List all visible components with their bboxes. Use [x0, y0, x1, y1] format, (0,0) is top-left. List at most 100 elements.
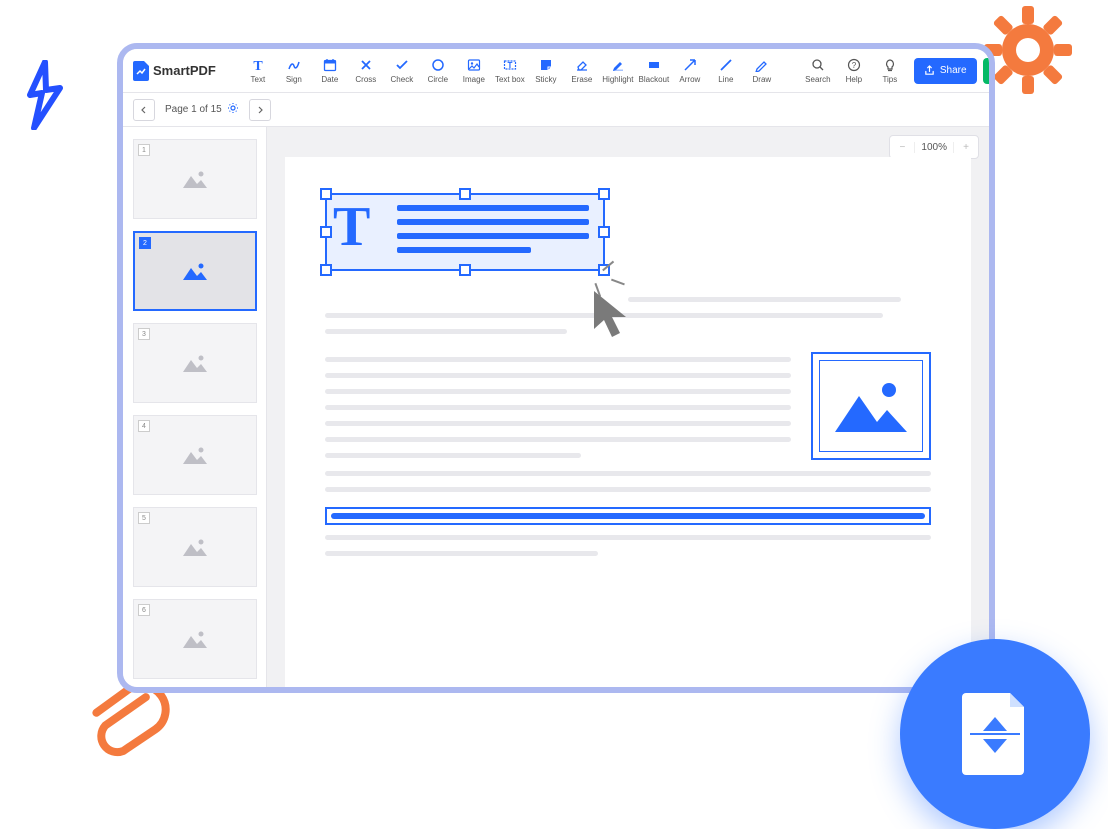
tool-label: Draw [753, 75, 772, 84]
tool-label: Check [391, 75, 414, 84]
tool-label: Text box [495, 75, 525, 84]
app-body: 1 2 3 4 5 6 T [123, 127, 989, 687]
tool-label: Blackout [639, 75, 670, 84]
tool-label: Text [251, 75, 266, 84]
tool-circle[interactable]: Circle [420, 51, 456, 91]
tool-label: Image [463, 75, 485, 84]
tool-label: Circle [428, 75, 448, 84]
tool-sticky[interactable]: Sticky [528, 51, 564, 91]
download-button[interactable]: Download pdf [983, 58, 995, 84]
highlight-icon [610, 57, 626, 73]
image-icon [181, 260, 209, 282]
check-icon [394, 57, 410, 73]
tool-text[interactable]: T Text [240, 51, 276, 91]
highlight-selection[interactable] [325, 507, 931, 525]
share-button[interactable]: Share [914, 58, 977, 84]
tool-help[interactable]: ?Help [836, 51, 872, 91]
brand: SmartPDF [133, 61, 216, 81]
tool-search[interactable]: Search [800, 51, 836, 91]
paragraph-placeholder [325, 471, 931, 503]
thumbnail-2[interactable]: 2 [133, 231, 257, 311]
line-icon [718, 57, 734, 73]
brand-name: SmartPDF [153, 63, 216, 78]
tool-label: Date [321, 75, 338, 84]
draw-icon [754, 57, 770, 73]
erase-icon [574, 57, 590, 73]
thumbnail-5[interactable]: 5 [133, 507, 257, 587]
tool-label: Cross [355, 75, 376, 84]
tool-label: Help [846, 75, 862, 84]
thumbnail-1[interactable]: 1 [133, 139, 257, 219]
tool-erase[interactable]: Erase [564, 51, 600, 91]
document-split-icon [960, 691, 1030, 777]
page-bar: Page 1 of 15 [123, 93, 989, 127]
svg-text:T: T [253, 59, 263, 72]
brand-icon [133, 61, 149, 81]
tool-label: Sticky [535, 75, 556, 84]
tool-list: T Text Sign Date Cross Check Circle Image T Text … [240, 51, 780, 91]
tool-label: Arrow [679, 75, 700, 84]
page-settings-icon[interactable] [227, 102, 239, 117]
resize-handle-bm[interactable] [459, 264, 471, 276]
resize-handle-mr[interactable] [598, 226, 610, 238]
paragraph-placeholder [325, 357, 791, 469]
image-icon [181, 168, 209, 190]
tool-label: Search [805, 75, 830, 84]
tool-sign[interactable]: Sign [276, 51, 312, 91]
image-placeholder[interactable] [811, 352, 931, 460]
image-icon [831, 374, 911, 438]
toolbar-actions: Share Download pdf [914, 58, 995, 84]
arrow-icon [682, 57, 698, 73]
resize-handle-tr[interactable] [598, 188, 610, 200]
tool-draw[interactable]: Draw [744, 51, 780, 91]
tool-tips[interactable]: Tips [872, 51, 908, 91]
next-page-button[interactable] [249, 99, 271, 121]
tool-blackout[interactable]: Blackout [636, 51, 672, 91]
sign-icon [286, 57, 302, 73]
image-icon [181, 444, 209, 466]
page-info: Page 1 of 15 [165, 102, 239, 117]
tool-line[interactable]: Line [708, 51, 744, 91]
thumbnail-number: 4 [138, 420, 150, 432]
thumbnail-4[interactable]: 4 [133, 415, 257, 495]
thumbnail-number: 3 [138, 328, 150, 340]
tool-textbox[interactable]: T Text box [492, 51, 528, 91]
search-icon [810, 57, 826, 73]
download-icon [993, 65, 995, 76]
thumbnail-3[interactable]: 3 [133, 323, 257, 403]
textbox-icon: T [502, 57, 518, 73]
tool-label: Line [718, 75, 733, 84]
date-icon [322, 57, 338, 73]
document-page[interactable]: T [285, 157, 971, 693]
text-lines-placeholder [397, 205, 589, 261]
tool-label: Highlight [602, 75, 633, 84]
prev-page-button[interactable] [133, 99, 155, 121]
resize-handle-ml[interactable] [320, 226, 332, 238]
paragraph-placeholder [325, 535, 931, 567]
lightning-decoration-icon [20, 60, 70, 133]
tool-check[interactable]: Check [384, 51, 420, 91]
thumbnail-6[interactable]: 6 [133, 599, 257, 679]
tool-cross[interactable]: Cross [348, 51, 384, 91]
tool-label: Tips [882, 75, 897, 84]
document-canvas[interactable]: T [267, 127, 989, 687]
top-toolbar: SmartPDF T Text Sign Date Cross Check Circle Im… [123, 49, 989, 93]
resize-handle-tm[interactable] [459, 188, 471, 200]
image-icon [181, 536, 209, 558]
tips-icon [882, 57, 898, 73]
tool-image[interactable]: Image [456, 51, 492, 91]
resize-handle-bl[interactable] [320, 264, 332, 276]
tool-highlight[interactable]: Highlight [600, 51, 636, 91]
blackout-icon [646, 57, 662, 73]
tool-arrow[interactable]: Arrow [672, 51, 708, 91]
sticky-icon [538, 57, 554, 73]
image-icon [466, 57, 482, 73]
share-icon [924, 65, 935, 76]
cross-icon [358, 57, 374, 73]
tool-date[interactable]: Date [312, 51, 348, 91]
thumbnail-number: 2 [139, 237, 151, 249]
textbox-selection[interactable]: T [325, 193, 605, 271]
image-icon [181, 628, 209, 650]
resize-handle-tl[interactable] [320, 188, 332, 200]
chevron-left-icon [140, 106, 148, 114]
